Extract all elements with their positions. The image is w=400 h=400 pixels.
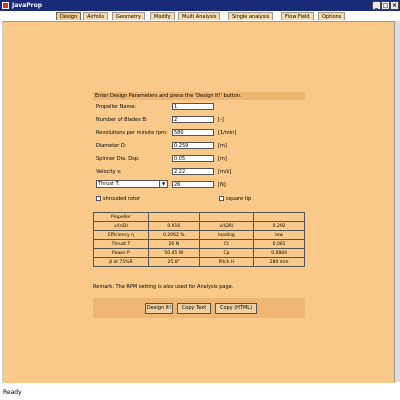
diameter-unit: [m] [218,143,227,149]
table-cell: 0.2062 % [147,230,200,240]
rpm-input[interactable] [172,129,214,136]
table-cell: Power P [93,248,149,258]
shrouded-rotor-checkbox[interactable] [96,196,101,201]
thrust-unit: [N] [218,182,226,188]
app-logo-icon [2,2,9,9]
blades-input[interactable] [172,116,214,123]
square-tip-label: square tip [226,196,252,202]
maximize-button[interactable]: □ [381,1,390,10]
table-cell: 284 mm [253,257,305,267]
design-it-button[interactable]: Design It! [145,303,173,314]
table-cell: Propeller [93,212,149,222]
minimize-button[interactable]: _ [372,1,381,10]
window-title: JavaProp [12,2,43,9]
status-text: Ready [3,389,22,396]
table-cell: v/(ΩR) [198,221,255,231]
thrust-power-select[interactable]: Thrust T: ▼ [96,180,168,188]
tab-geometry[interactable]: Geometry [112,12,145,20]
spinner-label: Spinner Dia. Dsp: [96,156,140,162]
button-bar: Design It! Copy Text Copy (HTML) [93,298,305,318]
propeller-name-input[interactable] [172,103,214,110]
square-tip-checkbox[interactable] [219,196,224,201]
tab-bar: Design Airfoils Geometry Modify Multi An… [0,11,400,21]
table-cell [147,212,200,222]
velocity-input[interactable] [172,168,214,175]
table-cell: Efficiency η [93,230,149,240]
copy-text-button[interactable]: Copy Text [177,303,211,314]
table-cell: 0.081 [253,239,305,249]
table-cell: 25.8° [147,257,200,267]
table-row: Thrust T 26 N Ct 0.081 [93,239,305,249]
results-table: Propeller v/(nD) 0.916 v/(ΩR) 0.292 Effi… [93,212,305,267]
tab-single-analysis[interactable]: Single analysis [228,12,274,20]
spinner-input[interactable] [172,155,214,162]
table-cell: 0.0884 [253,248,305,258]
table-cell: β at 75%R [93,257,149,267]
close-button[interactable]: × [390,1,399,10]
rpm-unit: [1/min] [218,130,237,136]
instruction-text: Enter Design Parameters and press the 'D… [93,92,305,100]
diameter-input[interactable] [172,142,214,149]
tab-flow-field[interactable]: Flow Field [281,12,314,20]
tab-design[interactable]: Design [56,12,82,20]
table-cell: loading [198,230,255,240]
tab-multi-analysis[interactable]: Multi Analysis [178,12,221,20]
tab-options[interactable]: Options [318,12,346,20]
table-row: β at 75%R 25.8° Pitch H 284 mm [93,257,305,267]
app-window: JavaProp _ □ × Design Airfoils Geometry … [0,0,400,400]
scrollbar[interactable] [394,21,400,382]
velocity-label: Velocity v: [96,169,122,175]
table-cell: 26 N [147,239,200,249]
table-row: v/(nD) 0.916 v/(ΩR) 0.292 [93,221,305,231]
tab-modify[interactable]: Modify [150,12,175,20]
propeller-name-label: Propeller Name: [96,104,137,110]
velocity-unit: [m/s] [218,169,232,175]
chevron-down-icon[interactable]: ▼ [159,181,167,187]
table-cell: Pitch H [198,257,255,267]
table-cell: Cp [198,248,255,258]
table-row: Power P 50.45 W Cp 0.0884 [93,248,305,258]
blades-unit: [-] [218,117,224,123]
shrouded-rotor-label: shrouded rotor [103,196,141,202]
table-cell: 0.292 [253,221,305,231]
table-cell [198,212,255,222]
copy-html-button[interactable]: Copy (HTML) [215,303,257,314]
rpm-label: Revolutions per minute rpm: [96,130,168,136]
diameter-label: Diameter D: [96,143,127,149]
table-row: Propeller [93,212,305,222]
table-cell: 0.916 [147,221,200,231]
table-cell: 50.45 W [147,248,200,258]
spinner-unit: [m] [218,156,227,162]
table-cell: Ct [198,239,255,249]
blades-label: Number of Blades B: [96,117,148,123]
table-cell: low [253,230,305,240]
design-panel [2,21,395,383]
tab-airfoils[interactable]: Airfoils [83,12,109,20]
thrust-input[interactable] [172,181,214,188]
table-cell: Thrust T [93,239,149,249]
table-cell: v/(nD) [93,221,149,231]
status-bar: Ready [0,385,400,400]
table-cell [253,212,305,222]
table-row: Efficiency η 0.2062 % loading low [93,230,305,240]
title-bar: JavaProp _ □ × [0,0,400,11]
thrust-select-value: Thrust T: [98,181,120,187]
remark-text: Remark: The RPM setting is also used for… [93,284,234,290]
